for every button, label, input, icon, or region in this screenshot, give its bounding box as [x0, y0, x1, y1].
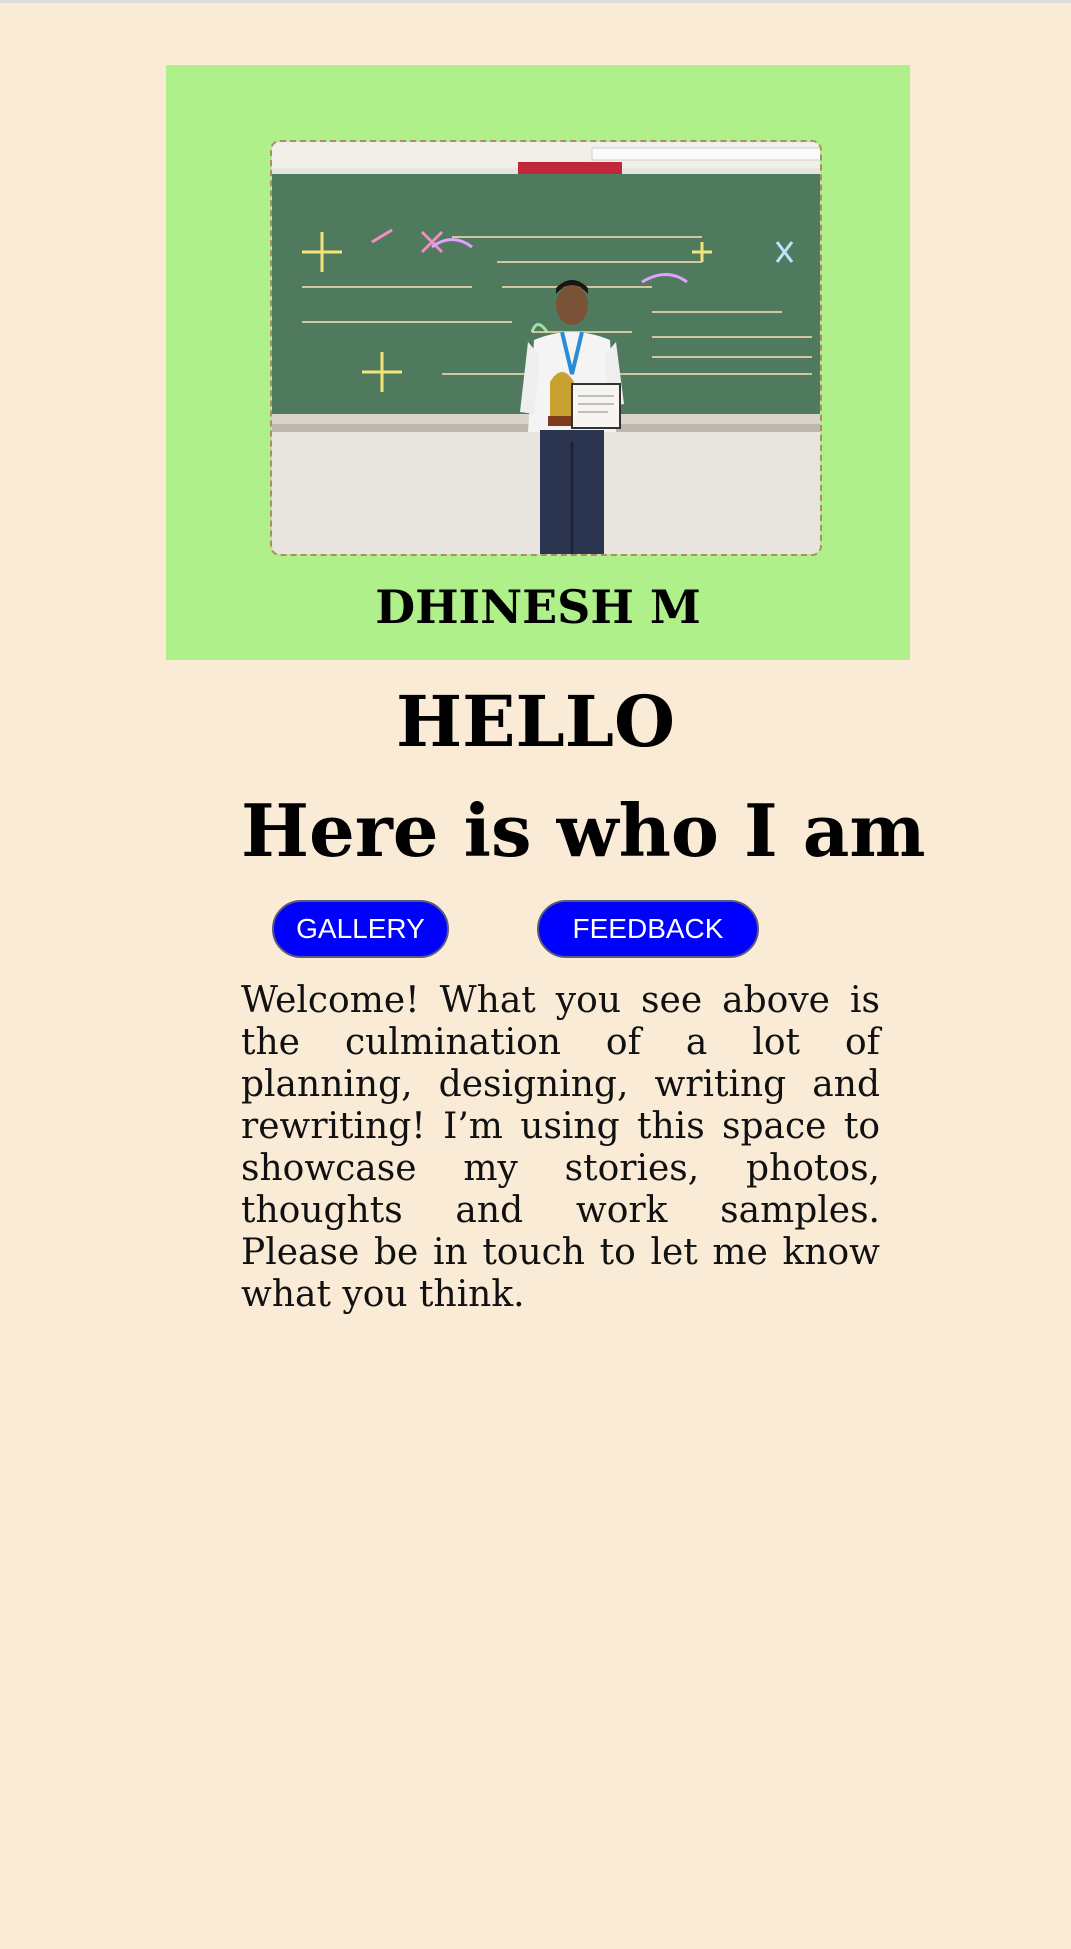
profile-photo: [270, 140, 822, 556]
feedback-button[interactable]: FEEDBACK: [537, 900, 759, 958]
tagline-heading: Here is who I am: [241, 788, 926, 873]
intro-paragraph: Welcome! What you see above is the culmi…: [241, 980, 880, 1315]
profile-name: DHINESH M: [375, 580, 701, 634]
greeting-heading: HELLO: [396, 680, 675, 763]
profile-card: DHINESH M: [166, 65, 910, 660]
top-divider: [0, 0, 1071, 3]
gallery-button[interactable]: GALLERY: [272, 900, 449, 958]
